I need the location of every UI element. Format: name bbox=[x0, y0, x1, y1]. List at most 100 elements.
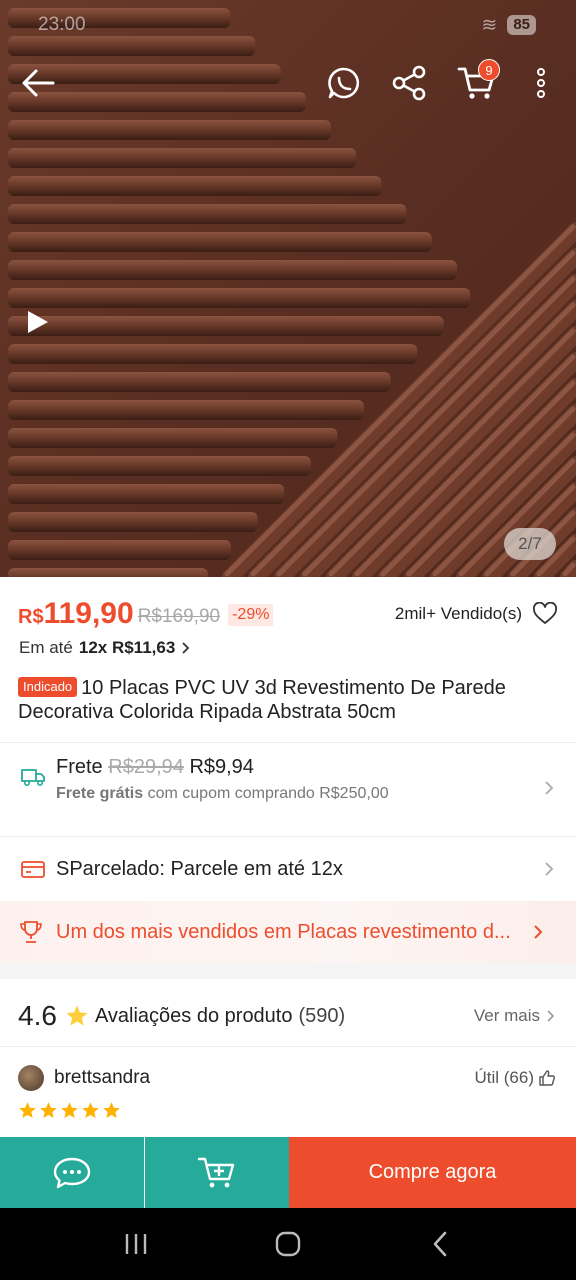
star-icon bbox=[19, 1102, 36, 1119]
wood-slat bbox=[8, 288, 471, 308]
chevron-right-icon bbox=[545, 781, 554, 795]
product-image-gallery[interactable]: 23:00 ≋ 85 9 2/7 bbox=[0, 0, 576, 577]
free-shipping-bold: Frete grátis bbox=[56, 785, 144, 802]
product-title: 10 Placas PVC UV 3d Revestimento De Pare… bbox=[18, 677, 506, 723]
trophy-icon bbox=[20, 921, 42, 943]
wood-slat bbox=[8, 344, 418, 364]
home-icon bbox=[275, 1231, 301, 1257]
chevron-right-icon bbox=[547, 1010, 555, 1022]
installments-value: 12x R$11,63 bbox=[78, 638, 176, 657]
system-navigation-bar bbox=[0, 1208, 576, 1280]
wood-slat bbox=[8, 316, 444, 336]
wood-slat bbox=[8, 568, 208, 577]
wood-slat bbox=[8, 456, 311, 476]
status-bar: 23:00 ≋ 85 bbox=[38, 10, 536, 40]
shipping-info: Frete R$29,94 R$9,94 Frete grátis com cu… bbox=[56, 756, 389, 803]
best-seller-text: Um dos mais vendidos em Placas revestime… bbox=[56, 920, 511, 943]
divider bbox=[0, 742, 576, 743]
star-icon bbox=[66, 1005, 88, 1026]
play-icon bbox=[28, 311, 48, 333]
more-options-button[interactable] bbox=[513, 55, 569, 111]
star-icon bbox=[82, 1102, 99, 1119]
sold-count: 2mil+ Vendido(s) bbox=[394, 604, 522, 623]
section-gap bbox=[0, 963, 576, 979]
add-to-cart-button[interactable] bbox=[145, 1137, 289, 1208]
chevron-right-icon bbox=[534, 925, 543, 939]
wood-slat bbox=[8, 372, 391, 392]
chevron-right-icon bbox=[545, 862, 554, 876]
star-icon bbox=[61, 1102, 78, 1119]
battery-indicator: 85 bbox=[507, 15, 536, 35]
see-more-label: Ver mais bbox=[473, 1006, 540, 1025]
shipping-old-price: R$29,94 bbox=[108, 756, 184, 778]
see-more-reviews-link[interactable]: Ver mais bbox=[474, 1006, 556, 1026]
star-icon bbox=[103, 1102, 120, 1119]
price-row: R$ 119,90 R$169,90 -29% 2mil+ Vendido(s) bbox=[18, 594, 558, 634]
more-vert-icon bbox=[537, 68, 545, 98]
price-current: 119,90 bbox=[43, 597, 134, 630]
nav-back-button[interactable] bbox=[415, 1219, 465, 1269]
wifi-icon: ≋ bbox=[481, 14, 498, 36]
helpful-label: Útil (66) bbox=[474, 1068, 534, 1087]
whatsapp-icon bbox=[328, 67, 360, 99]
reviewer-name: brettsandra bbox=[54, 1067, 151, 1088]
image-counter: 2/7 bbox=[504, 528, 556, 560]
wood-slat bbox=[8, 120, 331, 140]
rating-label: Avaliações do produto bbox=[94, 1004, 293, 1027]
home-button[interactable] bbox=[263, 1219, 313, 1269]
wood-slat bbox=[8, 540, 231, 560]
divider bbox=[0, 1046, 576, 1047]
cart-button[interactable]: 9 bbox=[448, 55, 504, 111]
divider bbox=[0, 836, 576, 837]
installment-plan-text: SParcelado: Parcele em até 12x bbox=[56, 857, 343, 880]
avatar bbox=[18, 1065, 44, 1091]
rating-value: 4.6 bbox=[18, 1000, 57, 1031]
rating-row: 4.6 Avaliações do produto (590) Ver mais bbox=[18, 996, 556, 1036]
wood-slat bbox=[8, 148, 357, 168]
star-icon bbox=[40, 1102, 57, 1119]
play-video-button[interactable] bbox=[20, 302, 60, 342]
shipping-row[interactable]: Frete R$29,94 R$9,94 Frete grátis com cu… bbox=[0, 756, 576, 822]
recents-icon bbox=[125, 1234, 147, 1254]
chat-icon bbox=[53, 1157, 91, 1188]
free-shipping-note: Frete grátis com cupom comprando R$250,0… bbox=[56, 785, 389, 803]
discount-badge: -29% bbox=[228, 604, 274, 626]
whatsapp-share-button[interactable] bbox=[316, 55, 372, 111]
shipping-label: Frete bbox=[56, 756, 103, 778]
wood-slat bbox=[8, 232, 432, 252]
shipping-main: Frete R$29,94 R$9,94 bbox=[56, 756, 389, 779]
rating-count: (590) bbox=[298, 1004, 346, 1027]
free-shipping-rest: com cupom comprando R$250,00 bbox=[147, 785, 389, 802]
truck-icon bbox=[21, 769, 45, 786]
product-title-block: Indicado 10 Placas PVC UV 3d Revestimento… bbox=[18, 676, 546, 724]
review-header: brettsandra Útil (66) bbox=[18, 1064, 556, 1092]
best-seller-banner[interactable]: Um dos mais vendidos em Placas revestime… bbox=[0, 901, 576, 963]
installments-prefix: Em até bbox=[19, 638, 73, 657]
price-currency: R$ bbox=[18, 605, 44, 628]
installment-plan-row[interactable]: SParcelado: Parcele em até 12x bbox=[0, 846, 576, 892]
chat-button[interactable] bbox=[0, 1137, 144, 1208]
installments-link[interactable]: Em até 12x R$11,63 bbox=[19, 638, 191, 658]
indicado-tag: Indicado bbox=[18, 677, 78, 697]
bottom-action-bar: Compre agora bbox=[0, 1137, 576, 1208]
wood-slat bbox=[8, 400, 364, 420]
shipping-price: R$9,94 bbox=[189, 756, 254, 778]
wood-slat bbox=[8, 176, 382, 196]
price-original: R$169,90 bbox=[137, 606, 221, 627]
thumbs-up-icon bbox=[539, 1070, 555, 1086]
helpful-button[interactable]: Útil (66) bbox=[474, 1068, 556, 1088]
buy-now-button[interactable]: Compre agora bbox=[289, 1137, 576, 1208]
review-stars bbox=[18, 1101, 121, 1120]
cart-count-badge: 9 bbox=[478, 59, 500, 81]
back-button[interactable] bbox=[10, 55, 66, 111]
share-icon bbox=[392, 65, 426, 101]
nav-back-icon bbox=[433, 1231, 447, 1257]
share-button[interactable] bbox=[381, 55, 437, 111]
chevron-right-icon bbox=[182, 642, 190, 654]
heart-icon[interactable] bbox=[532, 602, 558, 626]
wood-slat bbox=[8, 204, 407, 224]
wood-slat bbox=[8, 512, 258, 532]
wood-slat bbox=[8, 428, 338, 448]
recents-button[interactable] bbox=[111, 1219, 161, 1269]
wood-slat bbox=[8, 260, 457, 280]
